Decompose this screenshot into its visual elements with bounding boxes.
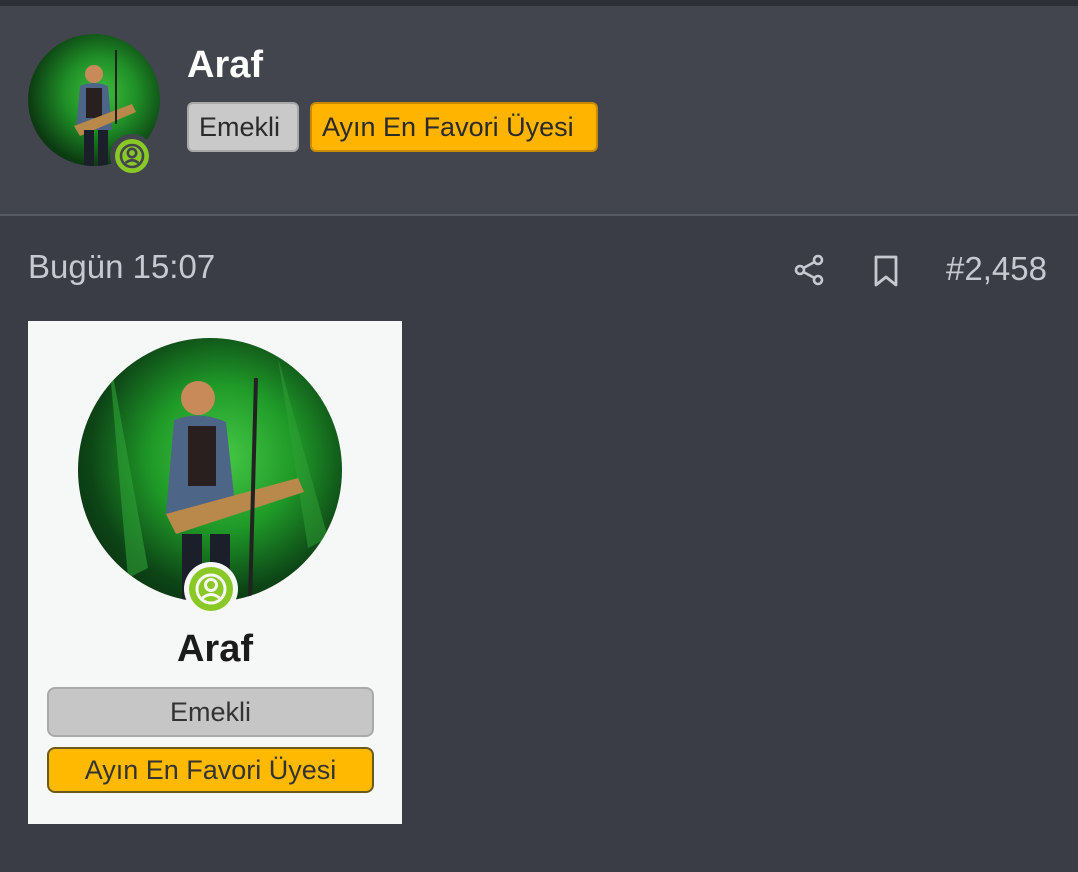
card-status-indicator [184,562,238,616]
card-username: Araf [176,628,254,670]
user-status-icon [115,139,149,173]
card-badge-favorite-member: Ayın En Favori Üyesi [47,747,374,793]
share-icon[interactable] [792,252,828,288]
bookmark-icon[interactable] [870,253,902,289]
post-number[interactable]: #2,458 [946,250,1047,288]
card-user-status-icon [189,567,233,611]
card-badge-emekli: Emekli [47,687,374,737]
avatar[interactable] [28,34,160,178]
status-indicator [110,134,154,178]
signature-image: Araf Emekli Ayın En Favori Üyesi [28,321,402,824]
badge-emekli: Emekli [187,102,299,152]
post-timestamp[interactable]: Bugün 15:07 [28,248,215,286]
username[interactable]: Araf [187,44,263,87]
badge-favorite-member: Ayın En Favori Üyesi [310,102,598,152]
post-header: Araf Emekli Ayın En Favori Üyesi [0,6,1078,216]
